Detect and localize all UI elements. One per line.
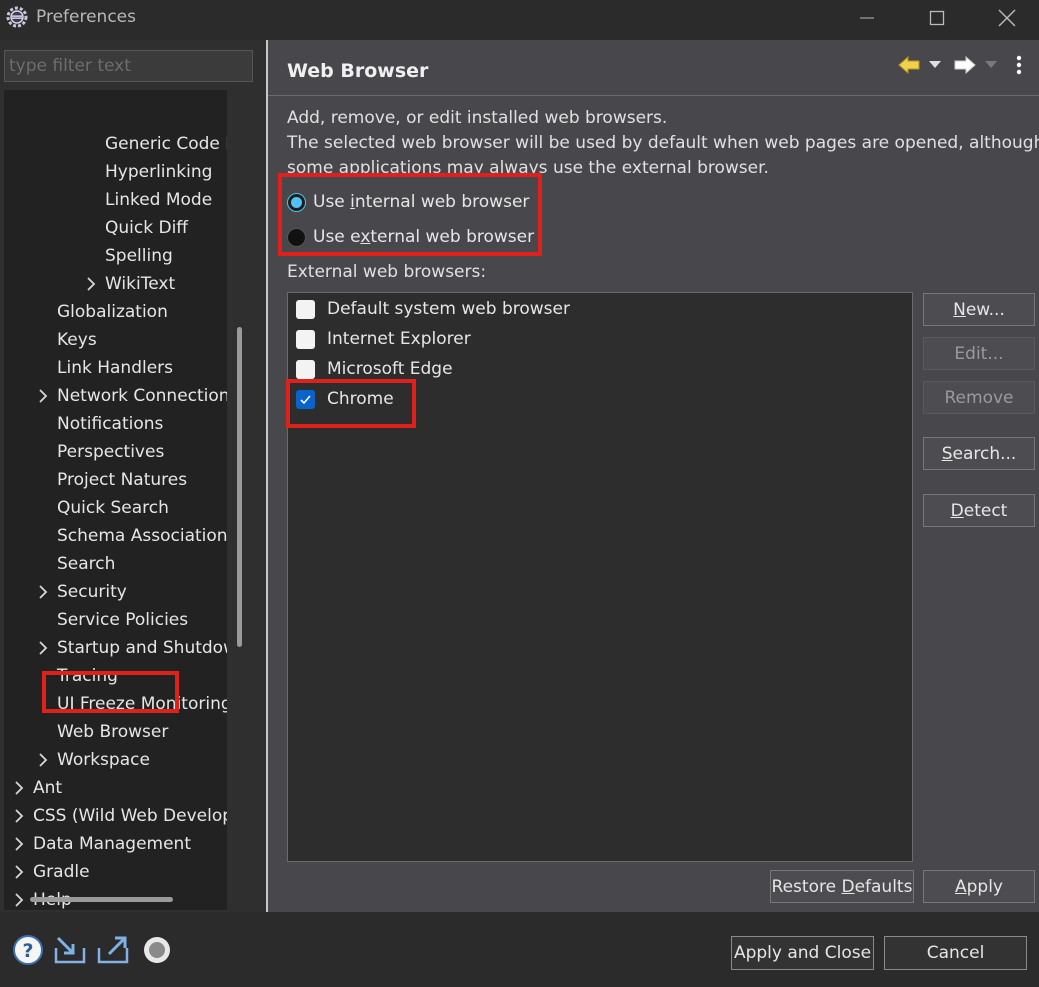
maximize-icon <box>929 10 945 25</box>
chevron-right-icon[interactable] <box>13 774 25 802</box>
dialog-footer: ? Apply and Close Cancel <box>0 912 1039 987</box>
preference-page: Web Browser Add, remove, or edit install… <box>268 40 1039 912</box>
tree-horizontal-scrollbar[interactable] <box>30 897 173 902</box>
browser-checkbox[interactable] <box>296 299 315 319</box>
chevron-right-icon[interactable] <box>37 634 49 662</box>
tree-item[interactable]: Web Browser <box>57 718 168 746</box>
eclipse-gear-icon <box>6 6 28 28</box>
radio-external-indicator[interactable] <box>287 227 306 247</box>
tree-item[interactable]: UI Freeze Monitoring <box>57 690 227 718</box>
tree-item[interactable]: Tracing <box>57 662 118 690</box>
apply-and-close-button[interactable]: Apply and Close <box>731 936 874 970</box>
tree-item[interactable]: Quick Diff <box>105 214 188 242</box>
edit-button[interactable]: Edit... <box>923 337 1035 370</box>
chevron-right-icon[interactable] <box>13 886 25 910</box>
header-separator <box>268 95 1039 96</box>
description-line-1: Add, remove, or edit installed web brows… <box>287 108 668 128</box>
chevron-right-icon[interactable] <box>13 830 25 858</box>
svg-text:?: ? <box>22 940 33 962</box>
radio-internal-indicator[interactable] <box>287 192 306 212</box>
title-bar: Preferences <box>0 0 1039 35</box>
detect-button[interactable]: Detect <box>923 494 1035 527</box>
tree-item[interactable]: Perspectives <box>57 438 164 466</box>
tree-item[interactable]: Keys <box>57 326 97 354</box>
tree-item[interactable]: Globalization <box>57 298 168 326</box>
browser-label: Default system web browser <box>327 299 570 319</box>
radio-internal-browser[interactable]: Use internal web browser <box>287 188 529 216</box>
search-button[interactable]: Search... <box>923 437 1035 470</box>
forward-dropdown-icon[interactable] <box>985 61 997 69</box>
filter-input[interactable] <box>4 50 253 82</box>
chevron-right-icon[interactable] <box>37 746 49 774</box>
tree-item[interactable]: Service Policies <box>57 606 188 634</box>
description-line-3: some applications may always use the ext… <box>287 158 769 178</box>
minimize-button[interactable] <box>832 0 902 35</box>
new-button[interactable]: New... <box>923 293 1035 326</box>
back-dropdown-icon[interactable] <box>929 61 941 69</box>
cancel-button[interactable]: Cancel <box>884 936 1027 970</box>
window-title: Preferences <box>36 7 136 27</box>
browser-label: Chrome <box>327 389 394 409</box>
description-line-2: The selected web browser will be used by… <box>287 133 1039 153</box>
browser-row[interactable]: Default system web browser <box>296 295 570 323</box>
tree-item[interactable]: Generic Code E <box>105 130 227 158</box>
tree-item[interactable]: Hyperlinking <box>105 158 212 186</box>
radio-external-browser[interactable]: Use external web browser <box>287 223 534 251</box>
tree-item[interactable]: Gradle <box>33 858 90 886</box>
checkmark-icon <box>300 394 311 404</box>
tree-item[interactable]: Notifications <box>57 410 163 438</box>
tree-item[interactable]: CSS (Wild Web Developer) <box>33 802 227 830</box>
tree-item[interactable]: Link Handlers <box>57 354 173 382</box>
external-browsers-list[interactable]: Default system web browser Internet Explo… <box>287 292 913 862</box>
tree-item[interactable]: Ant <box>33 774 62 802</box>
tree-item[interactable]: Quick Search <box>57 494 169 522</box>
apply-button[interactable]: Apply <box>923 870 1035 903</box>
browser-label: Internet Explorer <box>327 329 471 349</box>
browser-row[interactable]: Microsoft Edge <box>296 355 453 383</box>
browser-checkbox[interactable] <box>296 359 315 379</box>
tree-item[interactable]: Startup and Shutdown <box>57 634 227 662</box>
help-icon[interactable]: ? <box>12 934 44 966</box>
maximize-button[interactable] <box>902 0 972 35</box>
preference-nav-panel: Generic Code EHyperlinkingLinked ModeQui… <box>0 40 266 912</box>
close-button[interactable] <box>972 0 1039 35</box>
page-title: Web Browser <box>287 60 429 82</box>
browser-checkbox[interactable] <box>296 389 315 409</box>
radio-internal-label: Use internal web browser <box>313 192 530 212</box>
chevron-right-icon[interactable] <box>85 270 97 298</box>
tree-item[interactable]: Schema Associations <box>57 522 227 550</box>
browser-checkbox[interactable] <box>296 329 315 349</box>
export-icon[interactable] <box>97 934 129 966</box>
restore-defaults-button[interactable]: Restore Defaults <box>770 870 914 903</box>
chevron-right-icon[interactable] <box>37 382 49 410</box>
chevron-right-icon[interactable] <box>13 802 25 830</box>
chevron-right-icon[interactable] <box>13 858 25 886</box>
browser-row[interactable]: Chrome <box>296 385 394 413</box>
tree-item[interactable]: WikiText <box>105 270 175 298</box>
browser-row[interactable]: Internet Explorer <box>296 325 471 353</box>
tree-item[interactable]: Security <box>57 578 127 606</box>
preference-tree[interactable]: Generic Code E Hyperlinking Linked Mode Qui… <box>4 90 227 910</box>
forward-arrow-icon[interactable] <box>954 56 976 74</box>
radio-external-label: Use external web browser <box>313 227 535 247</box>
oomph-record-icon[interactable] <box>141 934 173 966</box>
tree-item[interactable]: Project Natures <box>57 466 187 494</box>
tree-item[interactable]: Spelling <box>105 242 173 270</box>
minimize-icon <box>860 17 874 18</box>
tree-vertical-scrollbar[interactable] <box>237 327 242 647</box>
tree-item[interactable]: Data Management <box>33 830 191 858</box>
browser-label: Microsoft Edge <box>327 359 453 379</box>
import-icon[interactable] <box>54 934 86 966</box>
tree-item[interactable]: Linked Mode <box>105 186 212 214</box>
external-browsers-label: External web browsers: <box>287 262 487 282</box>
chevron-right-icon[interactable] <box>37 578 49 606</box>
tree-item[interactable]: Network Connections <box>57 382 227 410</box>
tree-item[interactable]: Workspace <box>57 746 150 774</box>
back-arrow-icon[interactable] <box>898 56 920 74</box>
remove-button[interactable]: Remove <box>923 381 1035 414</box>
more-menu-icon[interactable] <box>1016 54 1022 76</box>
close-icon <box>998 9 1016 26</box>
tree-item[interactable]: Search <box>57 550 115 578</box>
